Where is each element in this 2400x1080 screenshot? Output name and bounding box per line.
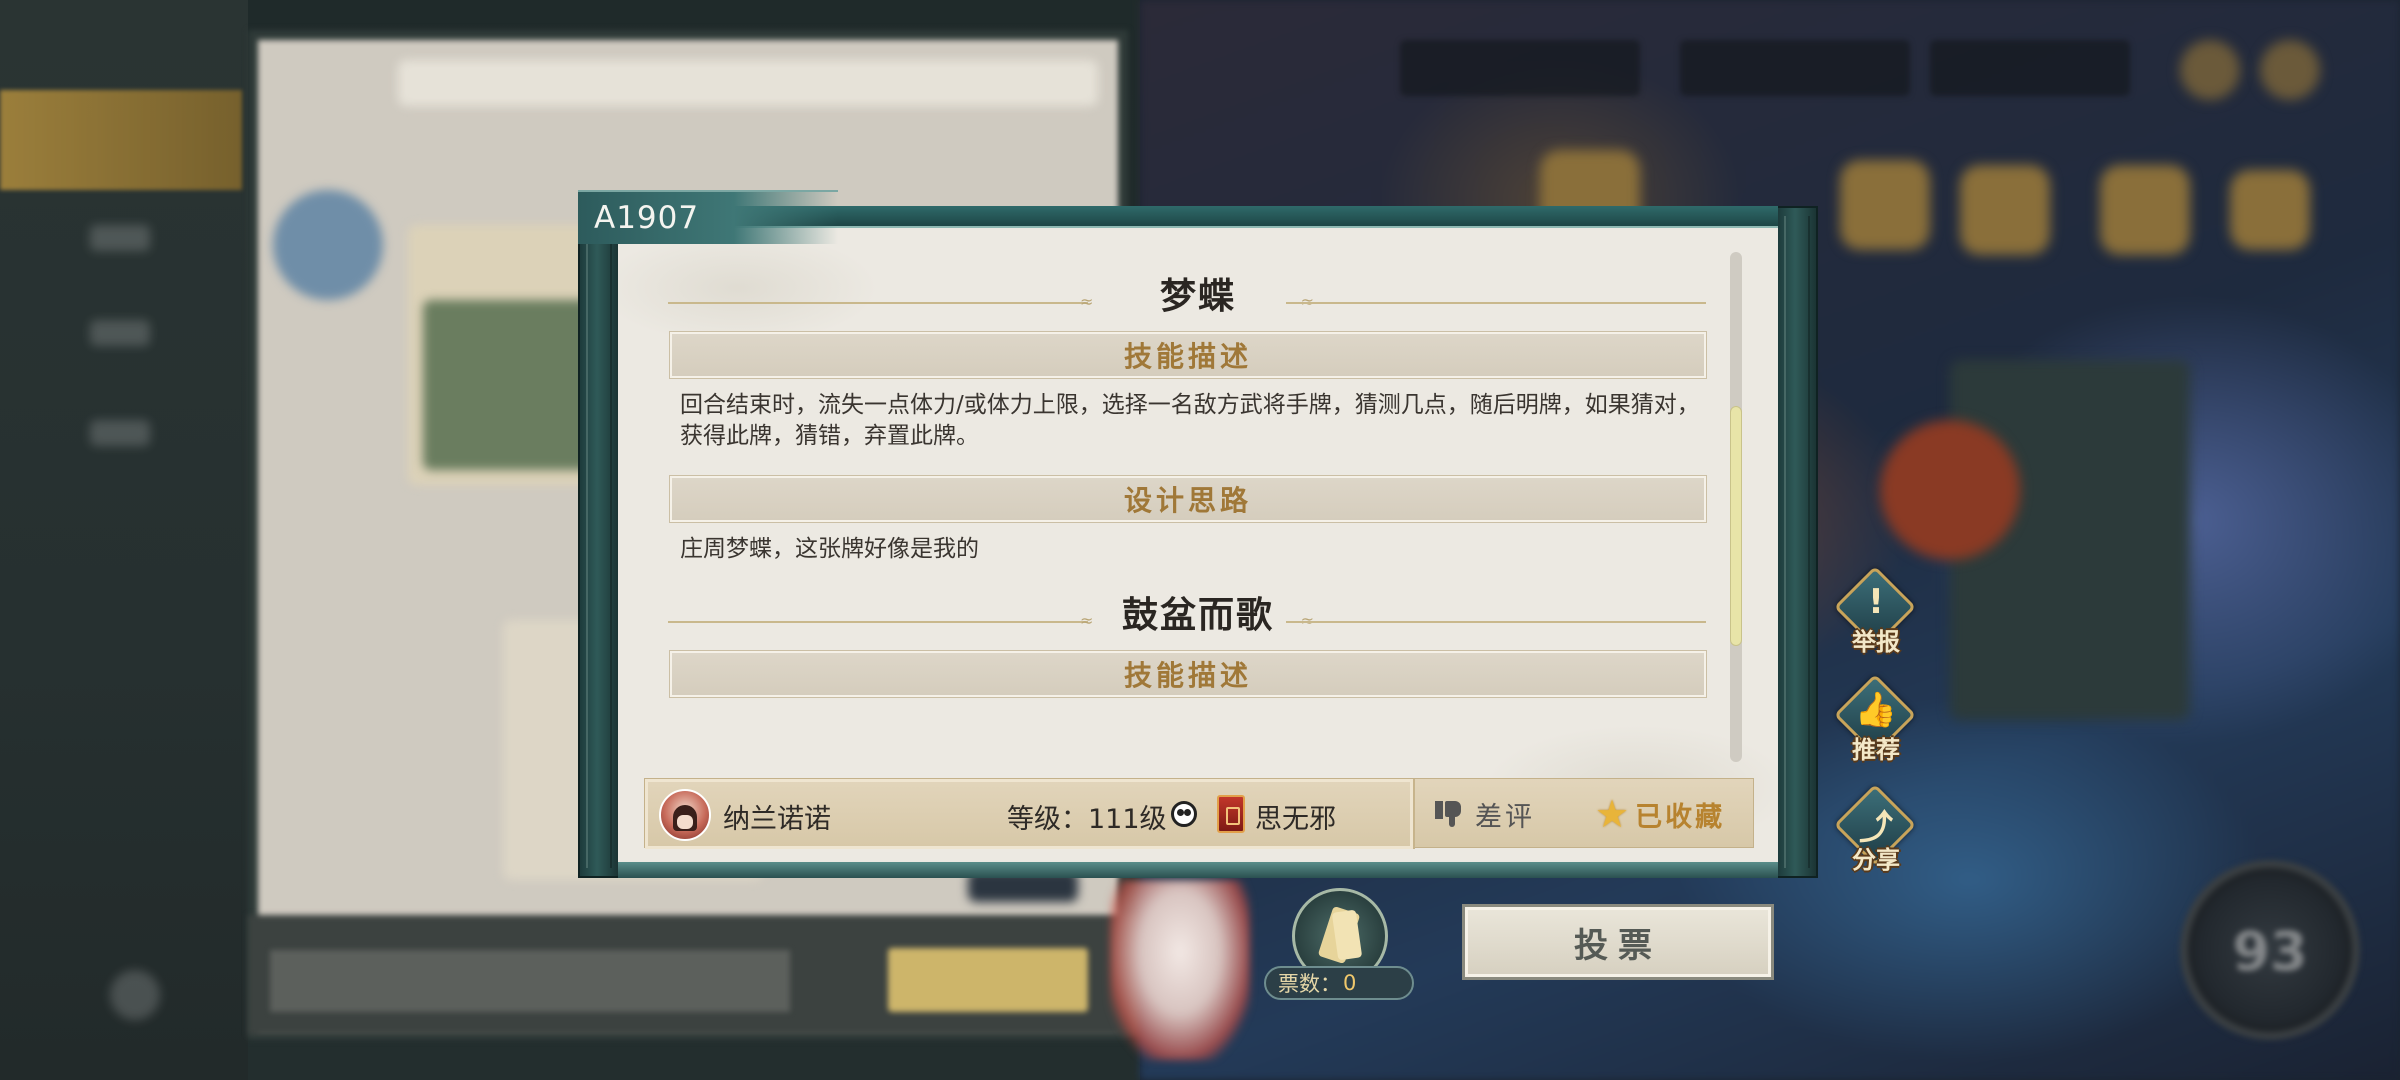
background-left-nav	[0, 0, 248, 1080]
thumb-up-icon: 👍	[1854, 690, 1898, 730]
scrollbar-thumb[interactable]	[1730, 406, 1742, 646]
skill-detail-modal: A1907 ≈ 梦蝶 ≈ 技能描述 回合结束时，流失一点体力/或体力上限，选择一…	[578, 190, 1818, 878]
background-nav-item	[90, 320, 150, 346]
background-deco	[1880, 420, 2020, 560]
author-info: 纳兰诺诺 等级：111级 思无邪	[645, 779, 1415, 849]
section-header: 技能描述	[669, 650, 1707, 698]
background-settings-icon	[110, 970, 160, 1020]
background-nav-active	[0, 90, 242, 190]
vote-button[interactable]: 投票	[1462, 904, 1774, 980]
panda-badge-icon	[1171, 801, 1197, 827]
author-name[interactable]: 纳兰诺诺	[723, 797, 831, 836]
divider-line	[668, 621, 1088, 623]
background-nav-item	[90, 225, 150, 251]
background-confirm-button	[888, 948, 1088, 1012]
skill-title-row: ≈ 鼓盆而歌 ≈	[660, 575, 1736, 641]
skill-scroll-area[interactable]: ≈ 梦蝶 ≈ 技能描述 回合结束时，流失一点体力/或体力上限，选择一名敌方武将手…	[660, 252, 1736, 756]
background-currency-3	[1930, 40, 2130, 96]
background-deco	[1840, 160, 1930, 250]
section-header-label: 技能描述	[1123, 659, 1252, 692]
background-deco	[1960, 165, 2050, 255]
recommend-button[interactable]: 👍 推荐	[1833, 673, 1918, 772]
report-button[interactable]: ! 举报	[1833, 565, 1918, 664]
background-fox-mascot	[1110, 880, 1250, 1060]
background-nav-item	[90, 420, 150, 446]
cloud-ornament-icon: ≈	[1080, 611, 1094, 630]
warning-icon: !	[1868, 582, 1884, 622]
vote-count: 票数： 0	[1264, 966, 1414, 1000]
vote-count-widget: 票数： 0	[1264, 888, 1414, 1002]
vote-count-label: 票数：	[1278, 972, 1341, 996]
background-mail-icon	[2180, 40, 2240, 100]
skill-description: 回合结束时，流失一点体力/或体力上限，选择一名敌方武将手牌，猜测几点，随后明牌，…	[680, 392, 1700, 449]
vote-button-label: 投票	[1574, 925, 1662, 966]
modal-left-pillar	[578, 206, 620, 878]
recommend-label: 推荐	[1852, 735, 1900, 764]
background-chat-bubble	[398, 60, 1098, 106]
background-deco	[2230, 170, 2310, 250]
section-header-label: 技能描述	[1123, 340, 1252, 373]
background-dial-value: 93	[2232, 920, 2308, 983]
dislike-label: 差评	[1475, 801, 1535, 833]
skill-title: 梦蝶	[1159, 275, 1236, 317]
section-header: 技能描述	[669, 331, 1707, 379]
skill-title-row: ≈ 梦蝶 ≈	[660, 256, 1736, 322]
cloud-ornament-icon: ≈	[1080, 292, 1094, 311]
background-dial: 93	[2180, 860, 2360, 1040]
favorite-button[interactable]: ★ 已收藏	[1595, 791, 1755, 837]
divider-line	[1286, 621, 1706, 623]
author-info-bar: 纳兰诺诺 等级：111级 思无邪 差评 ★ 已收藏	[644, 778, 1755, 849]
background-chat-avatar	[273, 190, 383, 300]
share-label: 分享	[1852, 845, 1900, 874]
modal-title-plate: A1907	[578, 190, 838, 244]
favorite-label: 已收藏	[1635, 801, 1726, 833]
vote-count-value: 0	[1343, 971, 1357, 995]
modal-bottom-bar	[618, 862, 1778, 878]
background-currency-1	[1400, 40, 1640, 96]
dislike-button[interactable]: 差评	[1435, 791, 1575, 837]
report-label: 举报	[1852, 627, 1900, 656]
background-gift-icon	[2260, 40, 2320, 100]
background-currency-2	[1680, 40, 1910, 96]
author-level: 等级：111级	[1007, 804, 1167, 835]
divider-line	[668, 302, 1088, 304]
divider-line	[1286, 302, 1706, 304]
skill-title: 鼓盆而歌	[1121, 594, 1274, 636]
background-deco	[2100, 165, 2190, 255]
design-notes: 庄周梦蝶，这张牌好像是我的	[680, 536, 979, 562]
avatar[interactable]	[659, 789, 711, 841]
card-id-tag: A1907	[594, 200, 700, 236]
thumb-down-icon	[1435, 799, 1465, 829]
clan-banner-icon	[1217, 795, 1245, 833]
background-input-field	[270, 950, 790, 1012]
share-button[interactable]: ⤴ 分享	[1833, 783, 1918, 882]
modal-right-pillar	[1776, 206, 1818, 878]
clan-name: 思无邪	[1255, 804, 1336, 835]
star-icon: ★	[1595, 792, 1630, 836]
section-header: 设计思路	[669, 475, 1707, 523]
section-header-label: 设计思路	[1123, 484, 1252, 517]
